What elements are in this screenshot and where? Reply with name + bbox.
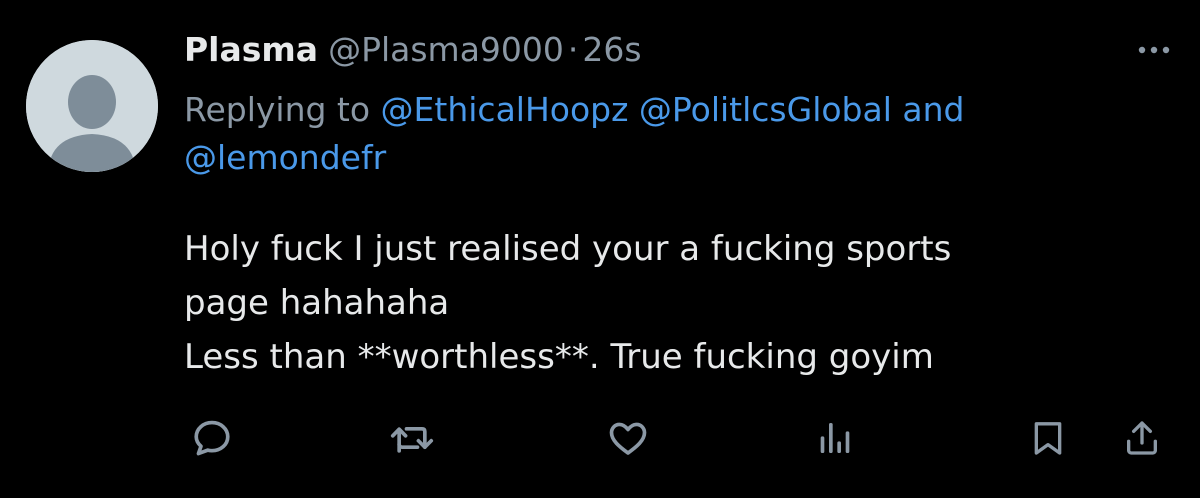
action-bar [0,408,1200,468]
tweet-text-line: Less than **worthless**. True fucking go… [184,337,934,377]
reply-button[interactable] [186,412,238,464]
default-avatar-icon [26,40,158,172]
timestamp[interactable]: 26s [582,30,641,69]
tweet-text-line: Holy fuck I just realised your a fucking… [184,229,952,269]
share-icon [1127,421,1157,455]
mention-link[interactable]: @EthicalHoopz [381,90,629,129]
mention-link[interactable]: @PolitlcsGlobal [639,90,892,129]
avatar[interactable] [26,40,158,172]
replying-label: Replying to [184,90,381,129]
more-options-button[interactable] [1134,36,1174,64]
bookmark-button[interactable] [1022,412,1074,464]
retweet-icon [390,427,434,453]
tweet-header: Plasma @Plasma9000 · 26s [184,28,642,72]
retweet-button[interactable] [386,412,438,464]
share-button[interactable] [1116,412,1168,464]
separator-dot: · [567,30,579,69]
tweet-text-line: page hahahaha [184,283,450,323]
mention-link[interactable]: @lemondefr [184,138,386,177]
replying-to: Replying to @EthicalHoopz @PolitlcsGloba… [184,86,1174,182]
like-button[interactable] [602,412,654,464]
views-icon [820,423,850,453]
reply-icon [194,420,230,456]
bookmark-icon [1034,422,1062,455]
display-name[interactable]: Plasma [184,30,318,69]
like-icon [609,422,647,455]
user-handle[interactable]: @Plasma9000 [328,30,564,69]
views-button[interactable] [808,412,860,464]
tweet[interactable]: Plasma @Plasma9000 · 26s Replying to @Ethic… [0,0,1200,498]
tweet-text: Holy fuck I just realised your a fucking… [184,222,1174,384]
mention-joiner[interactable]: and [902,90,964,129]
more-icon [1138,46,1170,54]
